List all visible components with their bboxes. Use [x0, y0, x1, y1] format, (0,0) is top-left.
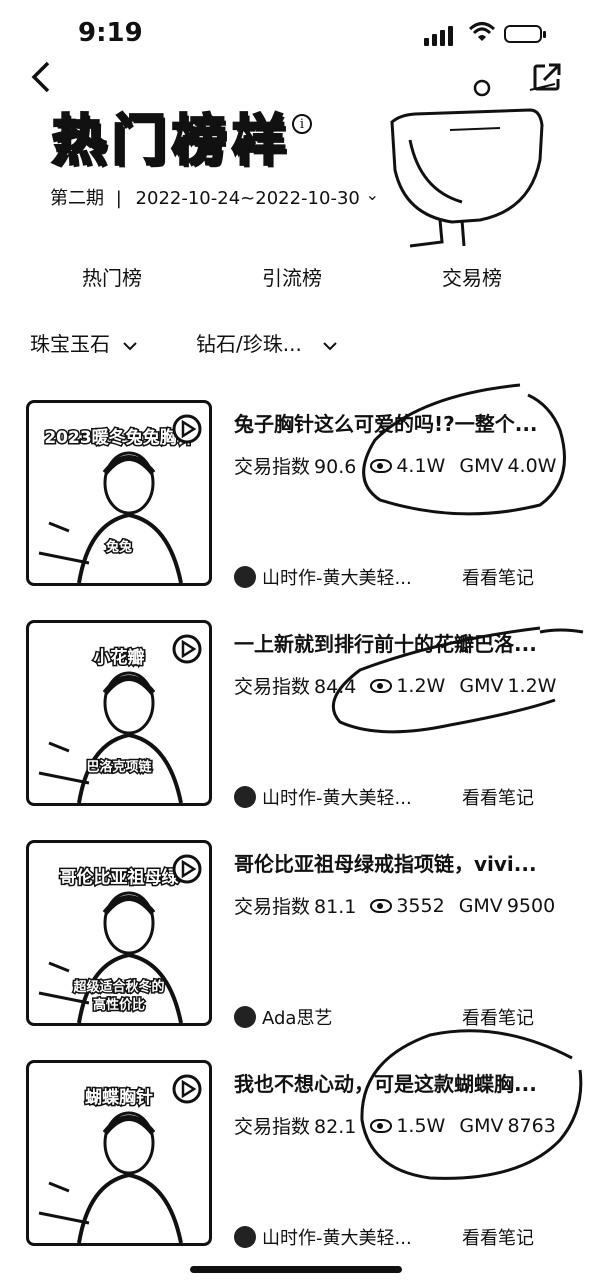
- gmv-value: 1.2W: [507, 674, 557, 697]
- trade-index: 交易指数 90.6: [234, 452, 356, 479]
- views-value: 1.2W: [396, 674, 446, 697]
- author-name: Ada思艺: [262, 1008, 333, 1029]
- view-note-button[interactable]: 看看笔记: [462, 1004, 534, 1030]
- avatar: [234, 1226, 256, 1248]
- item-stats: 交易指数 81.1 3552 GMV 9500: [234, 892, 555, 919]
- view-note-button[interactable]: 看看笔记: [462, 784, 534, 810]
- trade-index-value: 81.1: [314, 896, 357, 918]
- gmv-value: 4.0W: [507, 454, 557, 477]
- play-icon: [172, 414, 202, 444]
- views-value: 3552: [396, 894, 445, 917]
- trade-index: 交易指数 81.1: [234, 892, 356, 919]
- thumbnail-caption: 蝴蝶胸针: [85, 1087, 153, 1108]
- info-icon[interactable]: i: [292, 114, 312, 134]
- status-time: 9:19: [78, 18, 143, 48]
- chevron-down-icon: [123, 342, 138, 351]
- tab-trade[interactable]: 交易榜: [442, 262, 502, 291]
- play-icon: [172, 1074, 202, 1104]
- item-thumbnail[interactable]: 蝴蝶胸针: [26, 1060, 212, 1246]
- filter-subcategory-label: 钻石/珍珠...: [196, 332, 302, 356]
- eye-icon: [370, 679, 393, 693]
- trophy-cup-illustration: [390, 79, 556, 248]
- trade-index-value: 82.1: [314, 1116, 357, 1138]
- play-icon: [172, 634, 202, 664]
- chevron-down-icon: ⌄: [365, 185, 379, 204]
- gmv-label: GMV: [459, 1114, 504, 1137]
- chevron-down-icon: [323, 342, 337, 351]
- item-thumbnail[interactable]: 哥伦比亚祖母绿超级适合秋冬的 高性价比: [26, 840, 212, 1026]
- signal-icon: [424, 26, 453, 46]
- views: 3552: [370, 894, 445, 917]
- trade-index-label: 交易指数: [234, 456, 311, 478]
- thumbnail-caption: 高性价比: [93, 997, 145, 1013]
- gmv-value: 8763: [507, 1114, 556, 1137]
- item-stats: 交易指数 82.1 1.5W GMV 8763: [234, 1112, 556, 1139]
- thumbnail-caption: 2023暖冬兔兔胸针: [44, 427, 193, 448]
- item-title[interactable]: 兔子胸针这么可爱的吗!?一整个...: [234, 408, 564, 437]
- views: 1.5W: [370, 1115, 445, 1137]
- item-stats: 交易指数 90.6 4.1W GMV 4.0W: [234, 452, 556, 479]
- trade-index: 交易指数 84.4: [234, 672, 356, 699]
- wifi-icon: [468, 22, 496, 41]
- back-arrow-icon[interactable]: [30, 60, 52, 100]
- tab-hot[interactable]: 热门榜: [82, 262, 142, 291]
- author-name: 山时作-黄大美轻...: [262, 1228, 412, 1249]
- gmv: GMV 1.2W: [459, 675, 556, 697]
- views-value: 4.1W: [396, 454, 446, 477]
- thumbnail-caption: 超级适合秋冬的: [73, 979, 164, 995]
- item-title[interactable]: 一上新就到排行前十的花瓣巴洛...: [234, 628, 564, 657]
- item-author[interactable]: 山时作-黄大美轻...: [234, 1224, 412, 1250]
- trade-index-value: 90.6: [314, 456, 357, 478]
- date-range: 2022-10-24~2022-10-30: [135, 188, 360, 209]
- views: 1.2W: [370, 675, 445, 697]
- page-title: 热门榜样: [51, 108, 292, 173]
- item-author[interactable]: Ada思艺: [234, 1004, 332, 1030]
- views-value: 1.5W: [396, 1114, 446, 1137]
- trade-index-label: 交易指数: [234, 1116, 311, 1138]
- trade-index-value: 84.4: [314, 676, 357, 698]
- thumbnail-caption: 小花瓣: [94, 647, 145, 668]
- gmv-value: 9500: [506, 894, 556, 917]
- thumbnail-caption: 巴洛克项链: [86, 759, 152, 775]
- eye-icon: [370, 899, 393, 913]
- trade-index-label: 交易指数: [234, 676, 311, 698]
- item-author[interactable]: 山时作-黄大美轻...: [234, 784, 412, 810]
- view-note-button[interactable]: 看看笔记: [462, 564, 534, 590]
- period-selector[interactable]: 第二期 | 2022-10-24~2022-10-30 ⌄: [50, 184, 379, 210]
- avatar: [234, 786, 256, 808]
- trade-index-label: 交易指数: [234, 896, 311, 918]
- play-icon: [172, 854, 202, 884]
- tab-traffic[interactable]: 引流榜: [262, 262, 322, 291]
- thumbnail-caption: 兔兔: [105, 539, 132, 555]
- gmv-label: GMV: [458, 894, 503, 917]
- item-author[interactable]: 山时作-黄大美轻...: [234, 564, 412, 590]
- item-stats: 交易指数 84.4 1.2W GMV 1.2W: [234, 672, 556, 699]
- avatar: [234, 566, 256, 588]
- views: 4.1W: [370, 455, 445, 477]
- author-name: 山时作-黄大美轻...: [262, 568, 412, 589]
- battery-icon: [504, 25, 546, 43]
- gmv-label: GMV: [459, 454, 504, 477]
- eye-icon: [370, 1119, 393, 1133]
- filter-category-label: 珠宝玉石: [30, 332, 110, 356]
- trade-index: 交易指数 82.1: [234, 1112, 356, 1139]
- filter-subcategory[interactable]: 钻石/珍珠...: [196, 328, 338, 357]
- gmv: GMV 9500: [459, 895, 555, 917]
- thumbnail-caption: 哥伦比亚祖母绿: [60, 867, 180, 888]
- item-title[interactable]: 哥伦比亚祖母绿戒指项链，vivi...: [234, 848, 564, 877]
- gmv: GMV 8763: [459, 1115, 555, 1137]
- avatar: [234, 1006, 256, 1028]
- period-separator: |: [115, 188, 122, 209]
- view-note-button[interactable]: 看看笔记: [462, 1224, 534, 1250]
- home-indicator: [190, 1266, 402, 1273]
- author-name: 山时作-黄大美轻...: [262, 788, 412, 809]
- gmv-label: GMV: [459, 674, 504, 697]
- period-label: 第二期: [50, 188, 104, 209]
- item-thumbnail[interactable]: 2023暖冬兔兔胸针兔兔: [26, 400, 212, 586]
- item-thumbnail[interactable]: 小花瓣 巴洛克项链: [26, 620, 212, 806]
- eye-icon: [370, 459, 393, 473]
- gmv: GMV 4.0W: [459, 455, 556, 477]
- filter-category[interactable]: 珠宝玉石: [30, 328, 138, 357]
- item-title[interactable]: 我也不想心动，可是这款蝴蝶胸...: [234, 1068, 564, 1097]
